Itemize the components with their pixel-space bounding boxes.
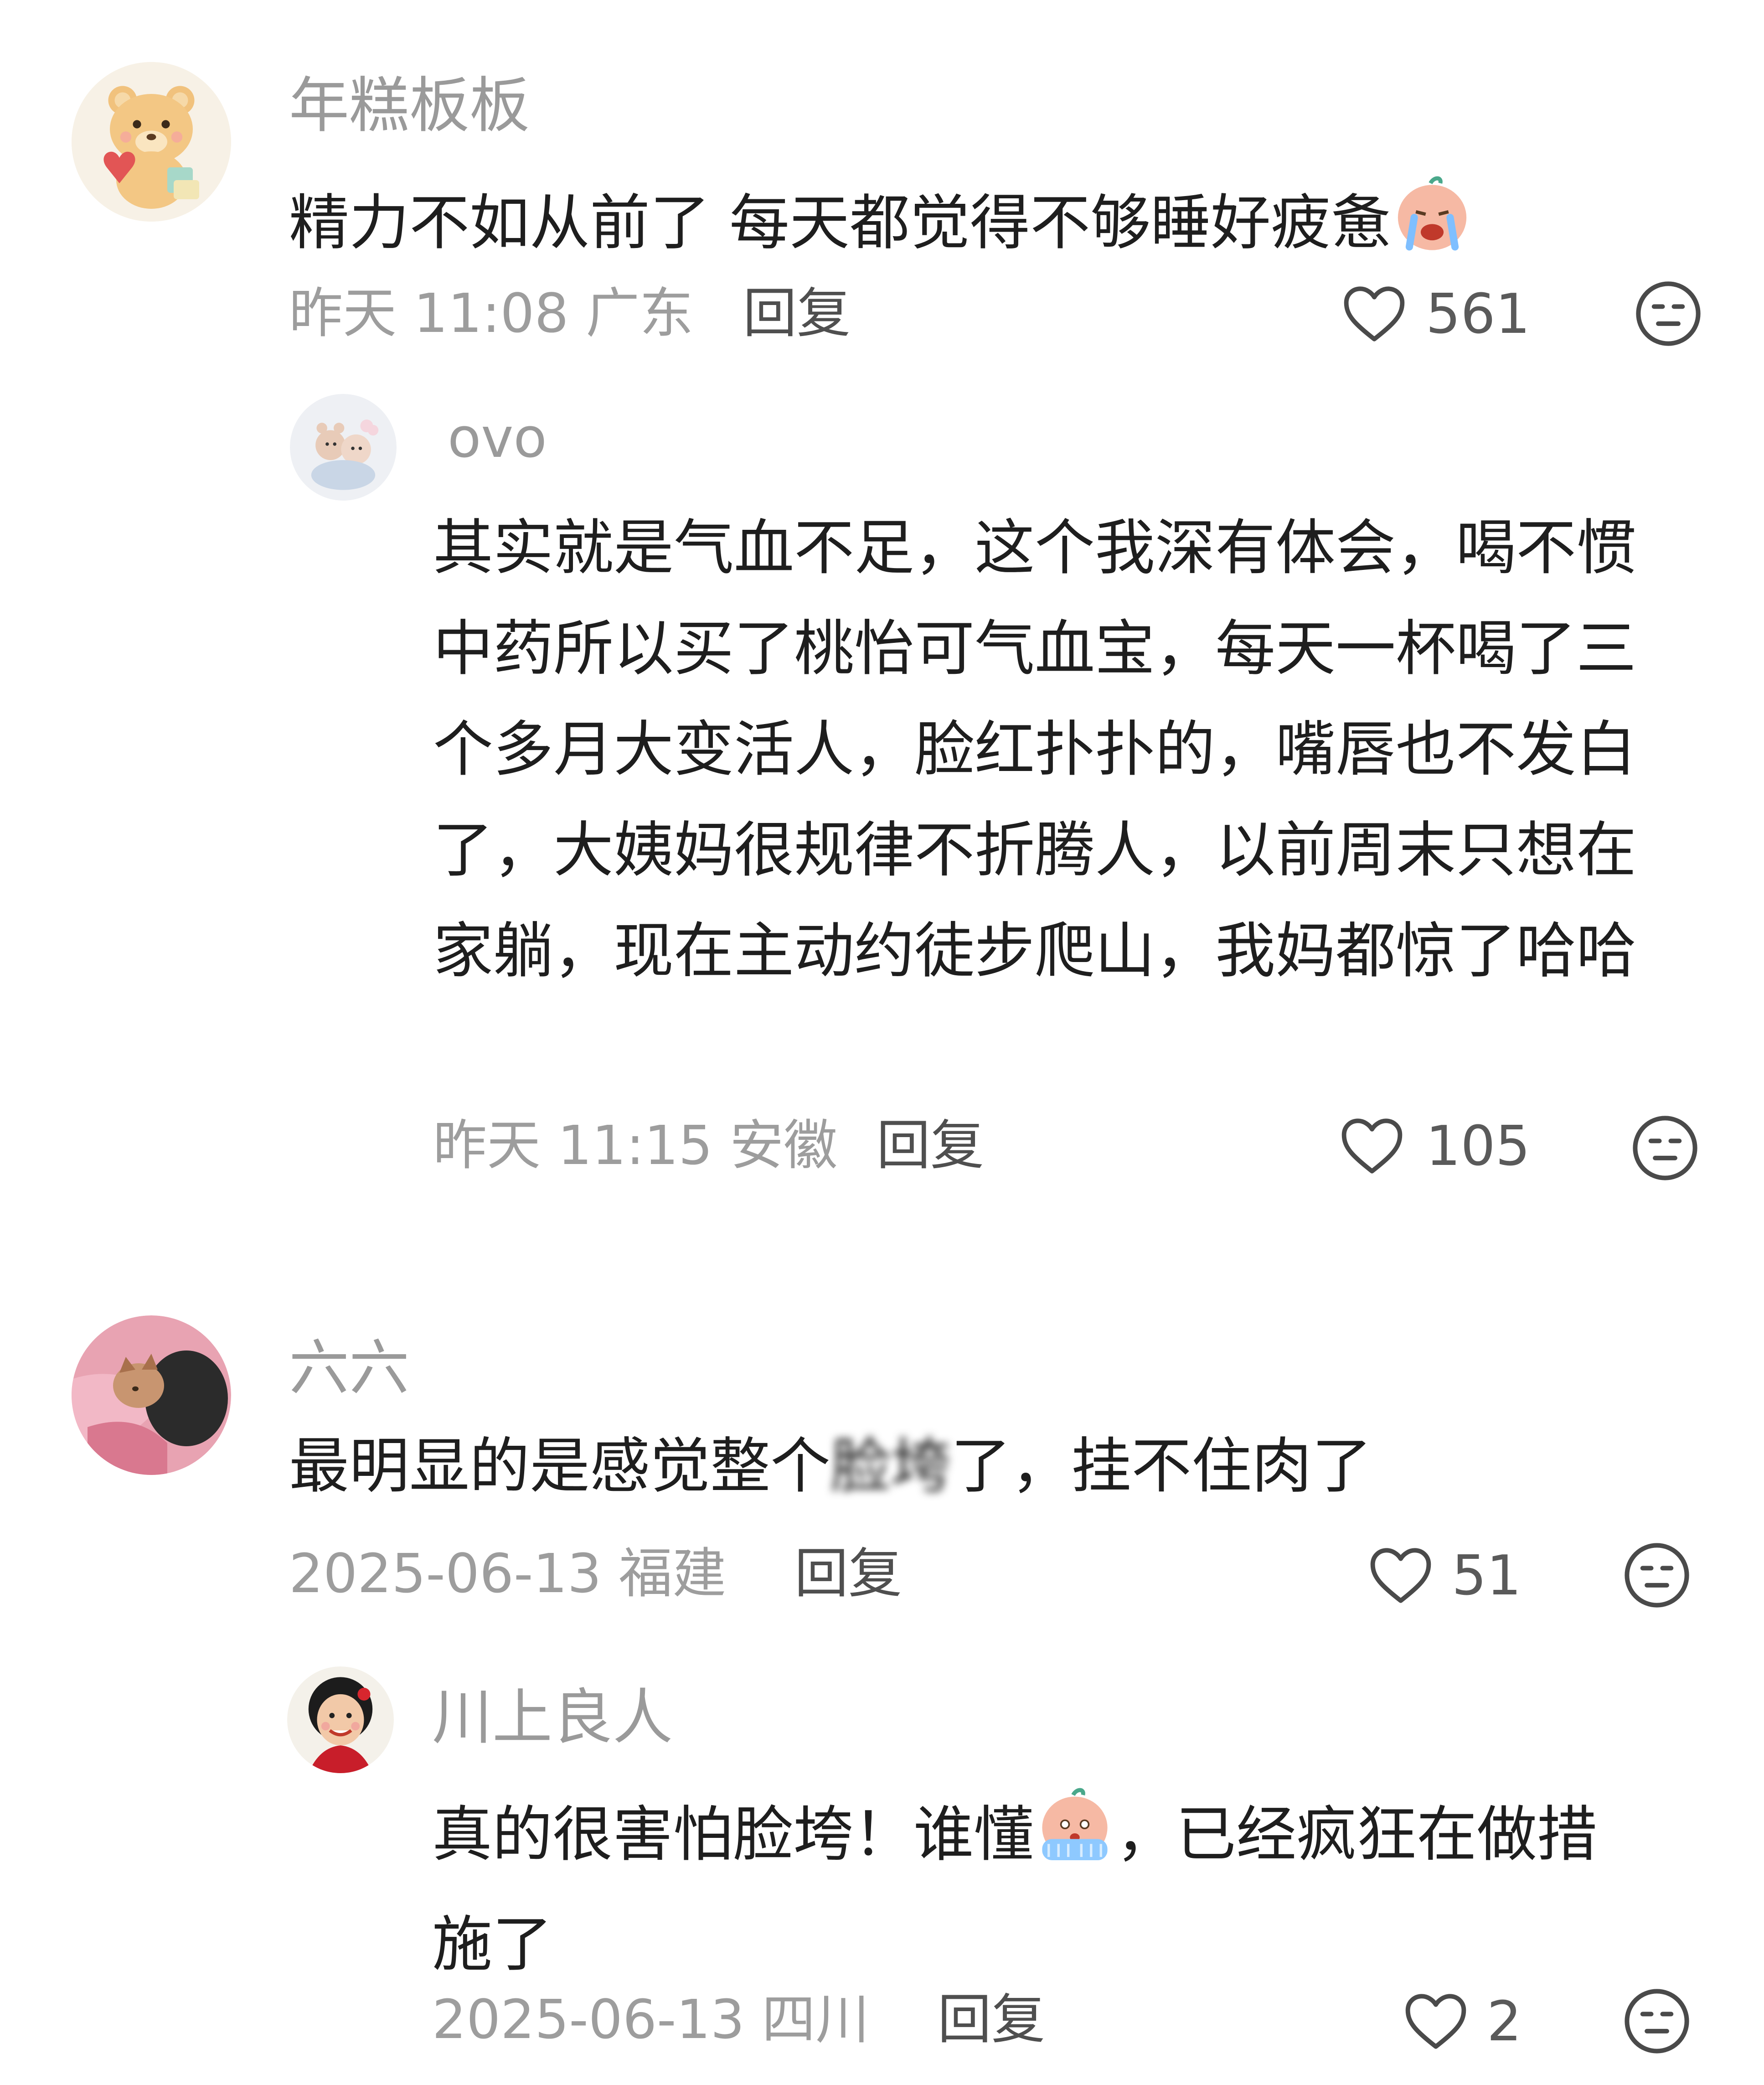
censored-text: 脸垮 <box>830 1431 951 1501</box>
heart-icon[interactable] <box>1340 282 1408 343</box>
like-count: 105 <box>1426 1115 1531 1178</box>
timestamp: 昨天 11:08 <box>289 282 569 345</box>
like-count: 51 <box>1452 1544 1522 1608</box>
timestamp: 昨天 11:15 <box>433 1114 713 1177</box>
location: 安徽 <box>730 1114 838 1177</box>
comment-text-content: 精力不如从前了 每天都觉得不够睡好疲惫 <box>289 188 1391 259</box>
username[interactable]: ovo <box>448 411 547 466</box>
crying-emoji <box>1034 1787 1116 1894</box>
comment-text: 最明显的是感觉整个脸垮了，挂不住肉了 <box>289 1436 1372 1496</box>
timestamp: 2025-06-13 <box>432 1988 745 2051</box>
crying-emoji <box>1391 175 1473 262</box>
comment-text: 其实就是气血不足，这个我深有体会，喝不惯中药所以买了桃怡可气血宝，每天一杯喝了三… <box>433 513 1636 986</box>
comment-text-content: 真的很害怕脸垮！谁懂 <box>432 1800 1034 1870</box>
reply-button[interactable]: 回复 <box>877 1118 984 1172</box>
location: 广东 <box>586 282 694 345</box>
comment-text: 真的很害怕脸垮！谁懂 ，已经疯狂在做措施了 <box>432 1785 1635 1995</box>
comment-meta: 昨天 11:15 安徽 <box>433 1118 837 1172</box>
reply-button[interactable]: 回复 <box>794 1547 902 1600</box>
dislike-face-icon[interactable] <box>1631 1114 1699 1182</box>
heart-icon[interactable] <box>1338 1114 1406 1175</box>
comment-text: 精力不如从前了 每天都觉得不够睡好疲惫 <box>289 175 1473 262</box>
comment-text-content: 最明显的是感觉整个 <box>289 1431 830 1501</box>
avatar[interactable] <box>72 62 231 222</box>
location: 四川 <box>762 1988 870 2051</box>
reply-button[interactable]: 回复 <box>743 286 851 340</box>
comment-meta: 2025-06-13 福建 <box>289 1547 726 1600</box>
dislike-face-icon[interactable] <box>1634 279 1702 348</box>
dislike-face-icon[interactable] <box>1623 1541 1691 1609</box>
reply-button[interactable]: 回复 <box>938 1992 1045 2046</box>
comment-text-content: 了，挂不住肉了 <box>951 1431 1372 1501</box>
username[interactable]: 六六 <box>289 1338 409 1398</box>
avatar[interactable] <box>72 1315 231 1475</box>
location: 福建 <box>619 1542 727 1605</box>
timestamp: 2025-06-13 <box>289 1542 602 1605</box>
like-count: 561 <box>1426 283 1531 346</box>
avatar[interactable] <box>290 394 397 501</box>
heart-icon[interactable] <box>1367 1543 1435 1605</box>
comment-meta: 昨天 11:08 广东 <box>289 286 693 340</box>
comment-meta: 2025-06-13 四川 <box>432 1992 869 2046</box>
avatar[interactable] <box>287 1666 394 1773</box>
username[interactable]: 川上良人 <box>432 1687 673 1748</box>
dislike-face-icon[interactable] <box>1623 1987 1691 2055</box>
heart-icon[interactable] <box>1402 1989 1470 2051</box>
username[interactable]: 年糕板板 <box>289 76 530 136</box>
like-count: 2 <box>1487 1990 1522 2054</box>
